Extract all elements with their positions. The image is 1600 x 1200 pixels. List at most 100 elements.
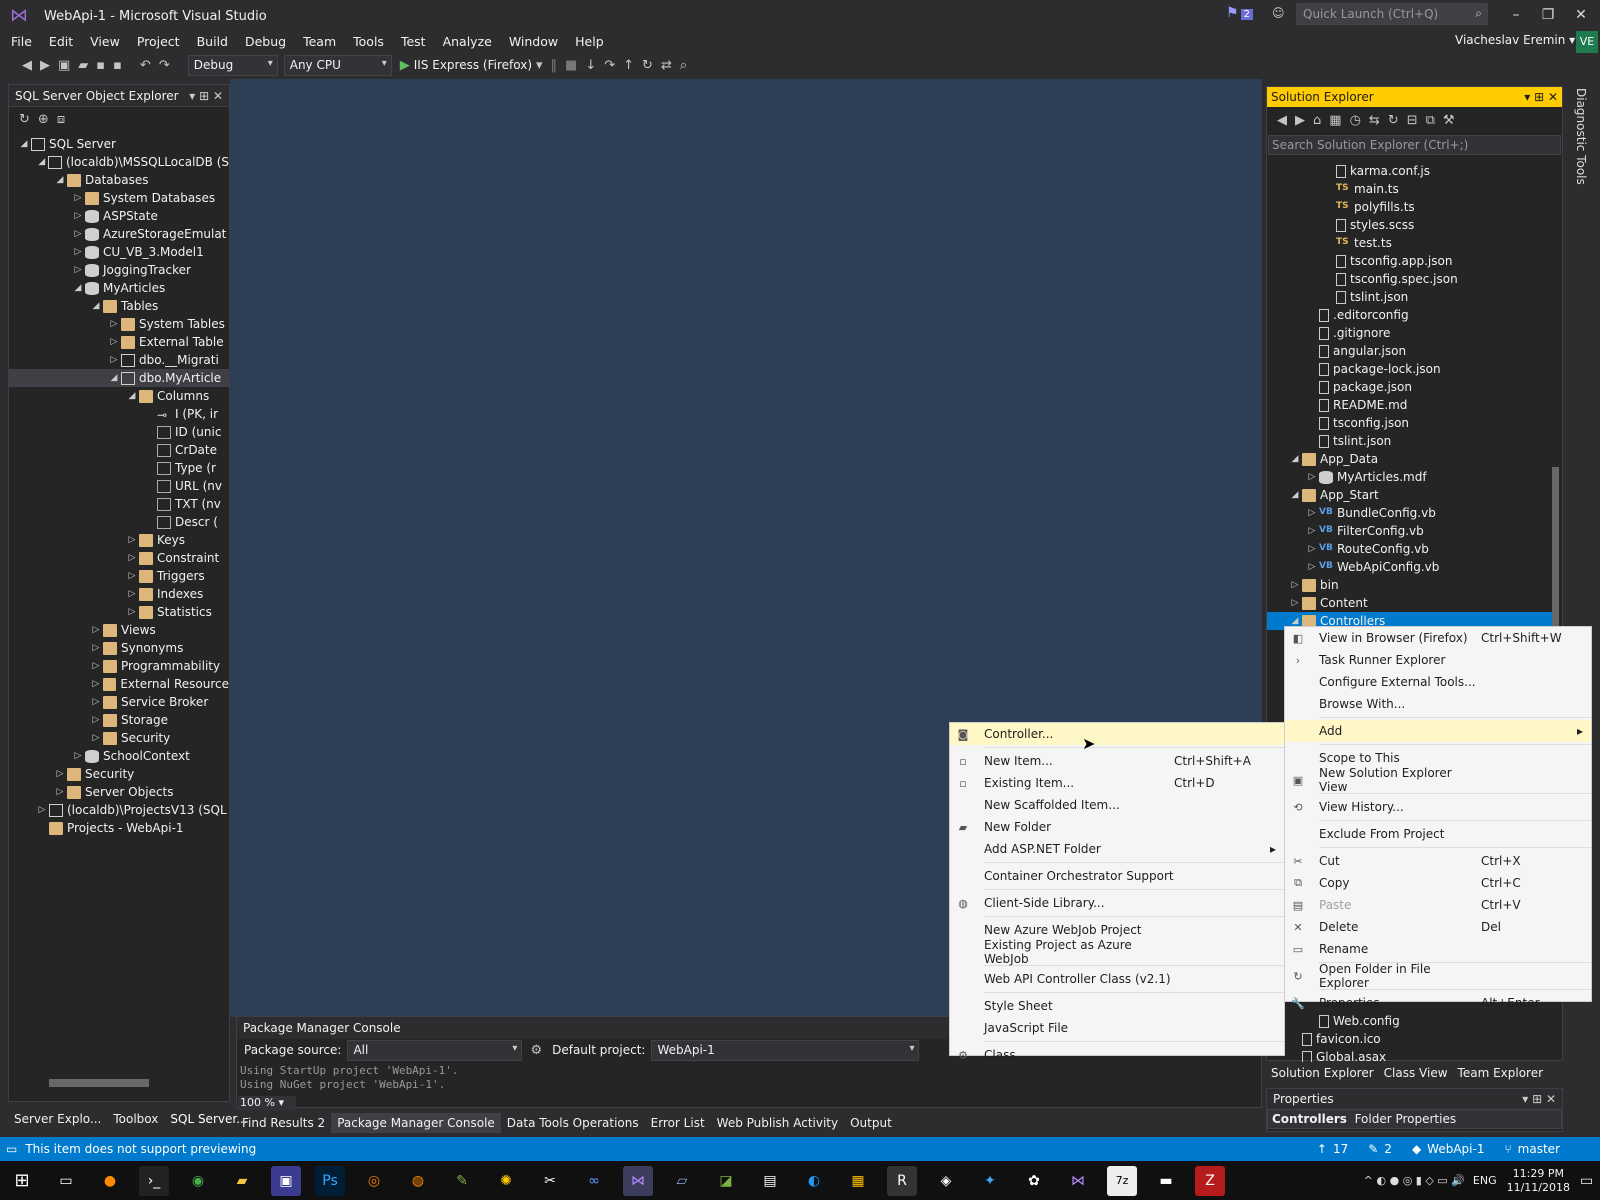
run-target-button[interactable]: IIS Express (Firefox) (414, 58, 532, 72)
branch-icon[interactable]: ⑂ (1504, 1142, 1511, 1156)
undo-icon[interactable]: ↶ (140, 58, 151, 73)
home-icon[interactable]: ⌂ (1313, 113, 1321, 128)
redo-icon[interactable]: ↷ (159, 58, 170, 73)
save-all-icon[interactable]: ▪ (113, 58, 122, 73)
app-icon[interactable]: ✿ (1019, 1166, 1049, 1196)
menu-help[interactable]: Help (575, 34, 604, 49)
menu-item-add[interactable]: Add ▸ (1285, 720, 1591, 742)
tree-item[interactable]: ◢ dbo.MyArticle (9, 369, 229, 387)
avatar[interactable]: VE (1576, 31, 1598, 53)
tree-item[interactable]: .editorconfig (1267, 306, 1557, 324)
file-explorer-icon[interactable]: ▰ (227, 1166, 257, 1196)
collapsed-arrow-icon[interactable]: ▷ (89, 679, 103, 689)
tree-item[interactable]: package.json (1267, 378, 1557, 396)
collapsed-arrow-icon[interactable]: ▷ (89, 661, 103, 671)
menu-item-cut[interactable]: ✂ Cut Ctrl+X (1285, 850, 1591, 872)
tree-item[interactable]: ▷ (localdb)\ProjectsV13 (SQL (9, 801, 229, 819)
terminal-icon[interactable]: ›_ (139, 1165, 169, 1196)
tab-team-explorer[interactable]: Team Explorer (1453, 1062, 1549, 1084)
push-icon[interactable]: ↑ (1317, 1142, 1327, 1156)
tab-output[interactable]: Output (844, 1113, 898, 1133)
tree-item[interactable]: tslint.json (1267, 432, 1557, 450)
add-server-icon[interactable]: ⊕ (38, 112, 49, 127)
app-icon[interactable]: ✺ (491, 1166, 521, 1196)
menu-edit[interactable]: Edit (49, 34, 73, 49)
tab-server-explo[interactable]: Server Explo... (8, 1109, 107, 1129)
filter-icon[interactable]: ⧈ (57, 112, 65, 127)
step-over-icon[interactable]: ↷ (604, 58, 615, 73)
menu-item-controller[interactable]: ◙ Controller... (950, 723, 1284, 745)
tree-item[interactable]: ID (unic (9, 423, 229, 441)
menu-item-configure-external-tools[interactable]: Configure External Tools... (1285, 671, 1591, 693)
notepad-icon[interactable]: ✎ (447, 1166, 477, 1196)
close-button[interactable]: ✕ (1566, 4, 1596, 26)
expanded-arrow-icon[interactable]: ◢ (107, 373, 121, 383)
tools-icon[interactable]: ✂ (535, 1166, 565, 1196)
collapsed-arrow-icon[interactable]: ▷ (71, 193, 85, 203)
menu-debug[interactable]: Debug (245, 34, 286, 49)
tree-item[interactable]: ▷ Keys (9, 531, 229, 549)
expanded-arrow-icon[interactable]: ◢ (71, 283, 85, 293)
show-all-files-icon[interactable]: ⧉ (1426, 113, 1435, 128)
clock[interactable]: 11:29 PM 11/11/2018 (1507, 1167, 1570, 1195)
menu-item-client-side-library[interactable]: ◍ Client-Side Library... (950, 892, 1284, 914)
app-icon[interactable]: R (887, 1165, 917, 1196)
tree-item[interactable]: .gitignore (1267, 324, 1557, 342)
panel-controls[interactable]: ▾ ⊞ ✕ (1522, 1092, 1556, 1106)
feedback-icon[interactable]: ☺ (1272, 6, 1285, 20)
tree-item[interactable]: ▷ Views (9, 621, 229, 639)
repo-icon[interactable]: ◆ (1412, 1142, 1421, 1156)
switch-views-icon[interactable]: ▦ (1329, 113, 1341, 128)
stop-icon[interactable]: ■ (565, 58, 577, 73)
tree-item[interactable]: package-lock.json (1267, 360, 1557, 378)
collapsed-arrow-icon[interactable]: ▷ (107, 337, 121, 347)
app-icon[interactable]: ✦ (975, 1166, 1005, 1196)
zoom-select[interactable]: 100 % ▾ (238, 1096, 296, 1110)
filezilla-icon[interactable]: Z (1195, 1165, 1225, 1196)
app-icon[interactable]: ◈ (931, 1166, 961, 1196)
tree-item[interactable]: ◢ Tables (9, 297, 229, 315)
tree-item[interactable]: ◢ Databases (9, 171, 229, 189)
sync-icon[interactable]: ⇆ (1369, 113, 1380, 128)
default-project-select[interactable]: WebApi-1 (651, 1039, 920, 1061)
expanded-arrow-icon[interactable]: ◢ (125, 391, 139, 401)
start-windows-icon[interactable]: ⊞ (7, 1166, 37, 1196)
menu-item-javascript-file[interactable]: JavaScript File (950, 1017, 1284, 1039)
menu-item-open-folder-in-file-explorer[interactable]: ↻ Open Folder in File Explorer (1285, 962, 1591, 990)
menu-item-browse-with[interactable]: Browse With... (1285, 693, 1591, 715)
collapsed-arrow-icon[interactable]: ▷ (107, 355, 121, 365)
menu-item-existing-item[interactable]: ▫ Existing Item... Ctrl+D (950, 772, 1284, 794)
open-file-icon[interactable]: ▰ (78, 58, 88, 73)
visual-studio-icon[interactable]: ⋈ (623, 1165, 653, 1196)
collapsed-arrow-icon[interactable]: ▷ (1305, 472, 1319, 482)
collapsed-arrow-icon[interactable]: ▷ (89, 733, 103, 743)
tab-error-list[interactable]: Error List (645, 1113, 711, 1133)
tree-item[interactable]: Web.config (1267, 1012, 1557, 1030)
tree-item[interactable]: karma.conf.js (1267, 162, 1557, 180)
configuration-select[interactable]: Debug (187, 54, 278, 76)
tree-item[interactable]: tslint.json (1267, 288, 1557, 306)
collapsed-arrow-icon[interactable]: ▷ (71, 751, 85, 761)
tree-item[interactable]: ▷ ASPState (9, 207, 229, 225)
tree-item[interactable]: ▷ Server Objects (9, 783, 229, 801)
refresh-icon[interactable]: ↻ (1388, 113, 1399, 128)
tree-item[interactable]: ▷ Programmability (9, 657, 229, 675)
collapsed-arrow-icon[interactable]: ▷ (89, 715, 103, 725)
expanded-arrow-icon[interactable]: ◢ (89, 301, 103, 311)
tree-item[interactable]: ▷ CU_VB_3.Model1 (9, 243, 229, 261)
menu-item-rename[interactable]: ▭ Rename (1285, 938, 1591, 960)
tab-web-publish-activity[interactable]: Web Publish Activity (711, 1113, 844, 1133)
refresh-icon[interactable]: ↻ (19, 112, 30, 127)
collapsed-arrow-icon[interactable]: ▷ (1305, 562, 1319, 572)
collapsed-arrow-icon[interactable]: ▷ (89, 697, 103, 707)
tree-item[interactable]: ▷ Indexes (9, 585, 229, 603)
tree-item[interactable]: ⊸ I (PK, ir (9, 405, 229, 423)
collapsed-arrow-icon[interactable]: ▷ (1288, 580, 1302, 590)
tree-item[interactable]: ▷ Content (1267, 594, 1557, 612)
menu-item-view-history[interactable]: ⟲ View History... (1285, 796, 1591, 818)
collapsed-arrow-icon[interactable]: ▷ (1305, 508, 1319, 518)
menu-item-web-api-controller-class-v2-1[interactable]: Web API Controller Class (v2.1) (950, 968, 1284, 990)
tree-item[interactable]: tsconfig.app.json (1267, 252, 1557, 270)
menu-item-class[interactable]: ⚙ Class... (950, 1044, 1284, 1066)
branch-name[interactable]: master (1518, 1142, 1560, 1156)
